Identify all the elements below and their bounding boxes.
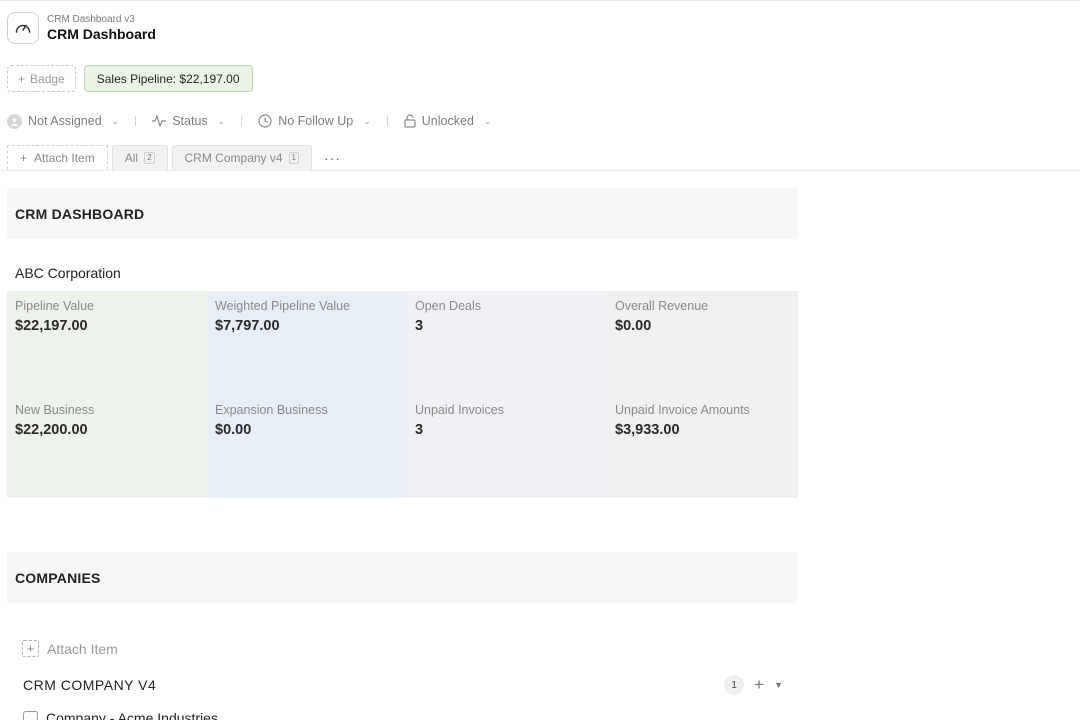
group-count-badge: 1 [724,675,745,695]
properties-row: Not Assigned ⌄ Status ⌄ No Follow Up ⌄ U… [7,111,491,131]
crm-company-group-header: CRM COMPANY V4 1 + ▼ [23,674,783,696]
plus-icon: + [20,151,28,165]
divider [386,116,388,126]
metric-label: Overall Revenue [615,299,709,313]
metric-expansion-business: Expansion Business $0.00 [207,395,407,498]
metric-value: 3 [415,422,424,438]
avatar-icon [7,113,22,129]
tab-label: All [124,151,139,165]
plus-icon: + [22,640,39,657]
metric-value: $22,200.00 [15,422,88,438]
status-label: Status [172,114,208,128]
assignee-label: Not Assigned [28,114,102,128]
chevron-down-icon: ⌄ [111,115,120,126]
tabs-divider [0,170,1080,171]
metric-value: $7,797.00 [215,318,280,334]
add-badge-button[interactable]: + Badge [7,65,76,92]
metric-pipeline-value: Pipeline Value $22,197.00 [7,291,207,395]
company-name: ABC Corporation [15,265,121,281]
metric-label: New Business [15,403,95,417]
more-options-icon[interactable]: ··· [324,150,341,166]
dashboard-section-header: CRM DASHBOARD [7,188,798,239]
tab-count: 1 [288,152,299,164]
chevron-down-icon: ⌄ [217,115,226,126]
metric-overall-revenue: Overall Revenue $0.00 [607,291,798,395]
metric-new-business: New Business $22,200.00 [7,395,207,498]
list-item[interactable]: Company - Acme Industries [23,710,218,720]
divider [241,116,243,126]
tab-count: 2 [144,152,155,164]
metric-label: Expansion Business [215,403,328,417]
attach-item-button[interactable]: + Attach Item [22,640,118,657]
metric-value: $3,933.00 [615,422,680,438]
metric-unpaid-invoices: Unpaid Invoices 3 [407,395,607,498]
group-title: CRM COMPANY V4 [23,677,157,693]
add-badge-label: Badge [30,71,65,86]
divider [135,116,137,126]
metric-value: $0.00 [215,422,252,438]
document-icon [23,710,38,720]
gauge-icon[interactable] [7,12,39,44]
attach-item-label: Attach Item [34,151,95,165]
metric-label: Unpaid Invoice Amounts [615,403,750,417]
metrics-grid: Pipeline Value $22,197.00 Weighted Pipel… [7,291,798,498]
clock-icon [258,114,272,128]
badge-row: + Badge Sales Pipeline: $22,197.00 [7,65,253,92]
company-item-label: Company - Acme Industries [46,710,218,720]
metric-value: $0.00 [615,318,652,334]
app-header: CRM Dashboard v3 CRM Dashboard [7,12,156,44]
lock-dropdown[interactable]: Unlocked ⌄ [404,114,492,128]
metric-open-deals: Open Deals 3 [407,291,607,395]
tabs-row: + Attach Item All 2 CRM Company v4 1 ··· [7,145,341,170]
metric-label: Unpaid Invoices [415,403,504,417]
metric-value: $22,197.00 [15,318,88,334]
activity-icon [152,115,167,127]
attach-item-label: Attach Item [47,640,118,657]
companies-section-header: COMPANIES [7,552,798,603]
plus-icon: + [18,71,26,86]
assignee-dropdown[interactable]: Not Assigned ⌄ [7,113,120,129]
unlock-icon [404,114,416,128]
chevron-down-icon: ⌄ [363,115,371,126]
metric-weighted-pipeline-value: Weighted Pipeline Value $7,797.00 [207,291,407,395]
top-border [0,0,1080,1]
follow-up-label: No Follow Up [278,114,354,128]
chevron-down-icon[interactable]: ▼ [774,680,783,690]
sales-pipeline-badge[interactable]: Sales Pipeline: $22,197.00 [83,65,253,92]
metric-label: Pipeline Value [15,299,94,313]
metric-value: 3 [415,318,424,334]
lock-label: Unlocked [421,114,474,128]
breadcrumb[interactable]: CRM Dashboard v3 [47,14,156,26]
metric-unpaid-invoice-amounts: Unpaid Invoice Amounts $3,933.00 [607,395,798,498]
metric-label: Weighted Pipeline Value [215,299,351,313]
add-company-button[interactable]: + [754,675,764,695]
tab-label: CRM Company v4 [184,151,283,165]
attach-item-tab[interactable]: + Attach Item [7,145,108,170]
chevron-down-icon: ⌄ [483,115,492,126]
page-title: CRM Dashboard [47,25,156,42]
tab-crm-company-v4[interactable]: CRM Company v4 1 [171,145,312,170]
follow-up-dropdown[interactable]: No Follow Up ⌄ [258,114,371,128]
tab-all[interactable]: All 2 [111,145,168,170]
metric-label: Open Deals [415,299,482,313]
status-dropdown[interactable]: Status ⌄ [152,114,225,128]
